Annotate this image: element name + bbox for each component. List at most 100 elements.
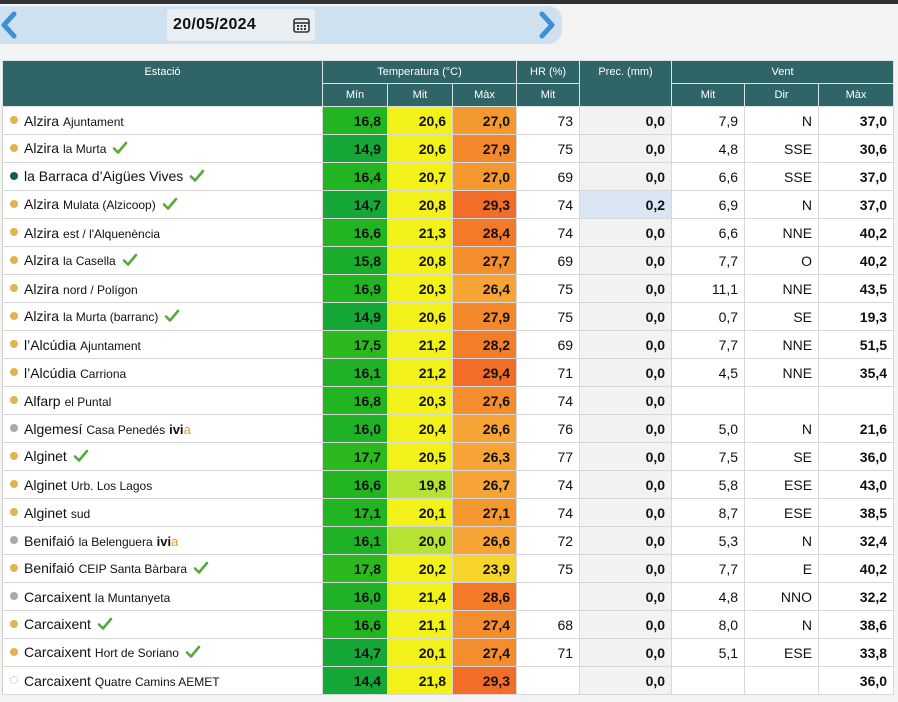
wind-max-cell: 43,0 xyxy=(818,470,895,499)
station-cell[interactable]: Alzira est / l'Alquenència xyxy=(2,218,323,247)
station-cell[interactable]: Alzira la Murta (barranc) xyxy=(2,302,323,331)
station-name[interactable]: Carcaixent xyxy=(24,589,91,605)
col-header-temp-mit[interactable]: Mit xyxy=(387,83,453,107)
previous-day-button[interactable] xyxy=(0,6,22,44)
table-row[interactable]: Algemesí Casa Penedés ivia 16,0 20,4 26,6 76 0,… xyxy=(2,414,895,443)
wind-max-cell: 21,6 xyxy=(818,414,895,443)
station-name[interactable]: Alzira xyxy=(24,308,59,324)
station-cell[interactable]: Carcaixent Hort de Soriano xyxy=(2,638,323,667)
date-picker-field[interactable]: 20/05/2024 xyxy=(167,9,315,41)
next-day-button[interactable] xyxy=(534,6,560,44)
table-row[interactable]: Alzira la Murta (barranc) 14,9 20,6 27,9 75 0,… xyxy=(2,302,895,331)
col-header-precipitation[interactable]: Prec. (mm) xyxy=(579,60,673,107)
temp-max-cell: 27,9 xyxy=(452,134,518,163)
table-row[interactable]: Alzira est / l'Alquenència 16,6 21,3 28,4 74 0… xyxy=(2,218,895,247)
temp-mit-cell: 20,1 xyxy=(387,498,453,527)
station-location: Quatre Camins AEMET xyxy=(94,674,220,689)
wind-mit-cell: 5,1 xyxy=(671,638,746,667)
table-row[interactable]: Carcaixent 16,6 21,1 27,4 68 0,0 8,0 N 38,6 xyxy=(2,610,895,639)
station-name[interactable]: l’Alcúdia xyxy=(24,365,76,381)
station-cell[interactable]: Alzira Mulata (Alzicoop) xyxy=(2,190,323,219)
station-name[interactable]: Benifaió xyxy=(24,533,75,549)
table-row[interactable]: Carcaixent Hort de Soriano 14,7 20,1 27,4 71 0… xyxy=(2,638,895,667)
station-name[interactable]: Alginet xyxy=(24,477,67,493)
station-cell[interactable]: Benifaió CEIP Santa Bàrbara xyxy=(2,554,323,583)
col-header-station[interactable]: Estació xyxy=(2,60,323,107)
table-row[interactable]: l’Alcúdia Carriona 16,1 21,2 29,4 71 0,0 4,5 NNE… xyxy=(2,358,895,387)
station-name[interactable]: Benifaió xyxy=(24,560,75,576)
col-header-temp-max[interactable]: Màx xyxy=(451,83,518,107)
station-cell[interactable]: Alzira nord / Polígon xyxy=(2,274,323,303)
table-row[interactable]: Carcaixent Quatre Camins AEMET 14,4 21,8 29,… xyxy=(2,666,895,695)
wind-max-cell: 19,3 xyxy=(818,302,895,331)
station-location: CEIP Santa Bàrbara xyxy=(78,562,188,577)
table-row[interactable]: Alzira Mulata (Alzicoop) 14,7 20,8 29,3 74 0,2… xyxy=(2,190,895,219)
table-row[interactable]: Alfarp el Puntal 16,8 20,3 27,6 74 0,0 xyxy=(2,386,895,415)
station-cell[interactable]: Alfarp el Puntal xyxy=(2,386,323,415)
table-row[interactable]: Benifaió la Belenguera ivia 16,1 20,0 26,6 72 0… xyxy=(2,526,895,555)
wind-max-cell: 40,2 xyxy=(818,218,895,247)
station-cell[interactable]: Alzira la Casella xyxy=(2,246,323,275)
station-cell[interactable]: Alzira Ajuntament xyxy=(2,106,323,135)
temp-max-cell: 27,0 xyxy=(452,106,518,135)
station-name[interactable]: Alzira xyxy=(24,196,59,212)
col-header-wind-dir[interactable]: Dir xyxy=(744,83,820,107)
station-name[interactable]: Carcaixent xyxy=(24,616,91,632)
table-row[interactable]: la Barraca d’Aigües Vives 16,4 20,7 27,0 69 0… xyxy=(2,162,895,191)
temp-min-cell: 16,1 xyxy=(322,358,388,387)
station-name[interactable]: l’Alcúdia xyxy=(24,337,76,353)
station-cell[interactable]: Carcaixent Quatre Camins AEMET xyxy=(2,666,323,695)
station-cell[interactable]: Alginet Urb. Los Lagos xyxy=(2,470,323,499)
station-name[interactable]: Alzira xyxy=(24,140,59,156)
humidity-cell: 73 xyxy=(516,106,581,135)
station-cell[interactable]: la Barraca d’Aigües Vives xyxy=(2,162,323,191)
station-name[interactable]: Alginet xyxy=(24,505,67,521)
station-cell[interactable]: Benifaió la Belenguera ivia xyxy=(2,526,323,555)
col-header-temp-min[interactable]: Mín xyxy=(322,83,388,107)
precipitation-cell: 0,0 xyxy=(579,246,673,275)
checkmark-icon xyxy=(122,253,138,266)
station-cell[interactable]: l’Alcúdia Ajuntament xyxy=(2,330,323,359)
table-row[interactable]: Alginet sud 17,1 20,1 27,1 74 0,0 8,7 ESE 38,5 xyxy=(2,498,895,527)
col-header-wind-max[interactable]: Màx xyxy=(818,83,895,107)
humidity-cell: 77 xyxy=(516,442,581,471)
temp-mit-cell: 21,3 xyxy=(387,218,453,247)
table-row[interactable]: Alzira nord / Polígon 16,9 20,3 26,4 75 0,0 11,… xyxy=(2,274,895,303)
station-name[interactable]: Alzira xyxy=(24,225,59,241)
checkmark-icon xyxy=(113,141,128,154)
station-cell[interactable]: Carcaixent la Muntanyeta xyxy=(2,582,323,611)
station-name[interactable]: Carcaixent xyxy=(24,673,91,689)
table-row[interactable]: Alzira Ajuntament 16,8 20,6 27,0 73 0,0 7,9 N 37,… xyxy=(2,106,895,135)
station-name[interactable]: la Barraca d’Aigües Vives xyxy=(24,168,183,184)
station-cell[interactable]: Alzira la Murta xyxy=(2,134,323,163)
station-name[interactable]: Alzira xyxy=(24,281,59,297)
temp-min-cell: 14,7 xyxy=(322,190,388,219)
calendar-icon[interactable] xyxy=(293,17,310,33)
col-header-wind-mit[interactable]: Mit xyxy=(671,83,746,107)
station-location: nord / Polígon xyxy=(63,282,138,297)
table-row[interactable]: Benifaió CEIP Santa Bàrbara 17,8 20,2 23,9 75… xyxy=(2,554,895,583)
table-row[interactable]: Alzira la Murta 14,9 20,6 27,9 75 0,0 4,8 SSE 30,… xyxy=(2,134,895,163)
station-name[interactable]: Alzira xyxy=(24,252,59,268)
station-name[interactable]: Alfarp xyxy=(24,393,61,409)
wind-mit-cell xyxy=(671,386,746,415)
table-row[interactable]: l’Alcúdia Ajuntament 17,5 21,2 28,2 69 0,0 7,7 N… xyxy=(2,330,895,359)
col-header-humidity-mit[interactable]: Mit xyxy=(516,83,581,107)
station-cell[interactable]: Alginet xyxy=(2,442,323,471)
table-row[interactable]: Carcaixent la Muntanyeta 16,0 21,4 28,6 0,0 4,… xyxy=(2,582,895,611)
station-cell[interactable]: Algemesí Casa Penedés ivia xyxy=(2,414,323,443)
station-name[interactable]: Alzira xyxy=(24,113,59,129)
station-name[interactable]: Alginet xyxy=(24,448,67,464)
table-row[interactable]: Alginet 17,7 20,5 26,3 77 0,0 7,5 SE 36,0 xyxy=(2,442,895,471)
station-cell[interactable]: Alginet sud xyxy=(2,498,323,527)
temp-mit-cell: 20,2 xyxy=(387,554,453,583)
station-cell[interactable]: l’Alcúdia Carriona xyxy=(2,358,323,387)
precipitation-cell: 0,0 xyxy=(579,638,673,667)
station-name[interactable]: Algemesí xyxy=(24,421,82,437)
temp-max-cell: 27,6 xyxy=(452,386,518,415)
station-cell[interactable]: Carcaixent xyxy=(2,610,323,639)
table-row[interactable]: Alginet Urb. Los Lagos 16,6 19,8 26,7 74 0,0 5,… xyxy=(2,470,895,499)
table-row[interactable]: Alzira la Casella 15,8 20,8 27,7 69 0,0 7,7 O 40,… xyxy=(2,246,895,275)
precipitation-cell: 0,0 xyxy=(579,218,673,247)
station-name[interactable]: Carcaixent xyxy=(24,644,91,660)
